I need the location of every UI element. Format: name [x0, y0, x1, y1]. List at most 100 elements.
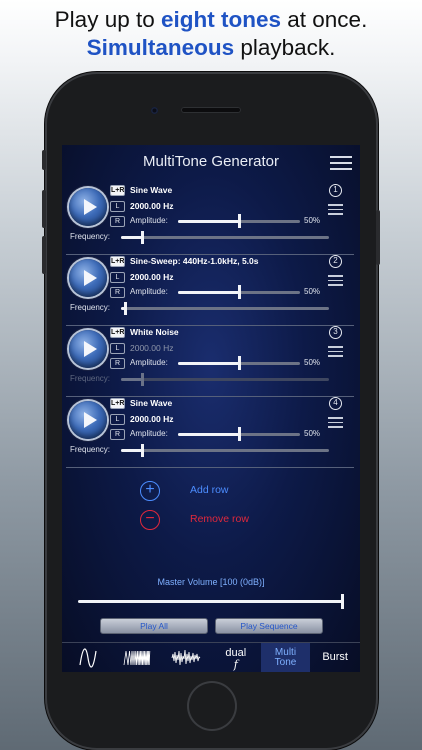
- amplitude-label: Amplitude:: [130, 429, 168, 438]
- promo-headline: Play up to eight tones at once. Simultan…: [0, 6, 422, 62]
- amplitude-label: Amplitude:: [130, 287, 168, 296]
- frequency-thumb[interactable]: [140, 444, 144, 457]
- channel-l-button[interactable]: L: [110, 201, 125, 212]
- tab-dual-f-glyph[interactable]: f: [211, 659, 261, 670]
- play-button[interactable]: [69, 188, 107, 226]
- front-camera: [151, 107, 158, 114]
- channel-r-button[interactable]: R: [110, 358, 125, 369]
- tone-row: L+R L R Sine Wave 2000.00 Hz Amplitude: …: [66, 397, 354, 468]
- tab-multitone[interactable]: Multi Tone: [260, 643, 311, 672]
- waveform-name[interactable]: White Noise: [130, 327, 179, 337]
- home-button[interactable]: [189, 683, 235, 729]
- tab-sine[interactable]: [62, 643, 112, 672]
- play-sequence-button[interactable]: Play Sequence: [215, 618, 323, 634]
- frequency-slider[interactable]: [121, 444, 329, 457]
- channel-r-button[interactable]: R: [110, 429, 125, 440]
- amplitude-slider[interactable]: [178, 285, 300, 299]
- channel-lr-button[interactable]: L+R: [110, 256, 125, 267]
- tab-burst[interactable]: Burst: [310, 643, 360, 672]
- channel-l-button[interactable]: L: [110, 414, 125, 425]
- frequency-value[interactable]: 2000.00 Hz: [130, 201, 173, 211]
- hamburger-menu-icon[interactable]: [330, 156, 352, 170]
- frequency-value[interactable]: 2000.00 Hz: [130, 272, 173, 282]
- add-row-button[interactable]: + Add row: [140, 481, 340, 501]
- play-button[interactable]: [69, 330, 107, 368]
- waveform-name[interactable]: Sine Wave: [130, 185, 172, 195]
- frequency-fill: [121, 378, 142, 381]
- volume-down-button: [42, 236, 46, 274]
- play-button[interactable]: [69, 401, 107, 439]
- tone-row: L+R L R Sine-Sweep: 440Hz-1.0kHz, 5.0s 2…: [66, 255, 354, 326]
- row-number-badge: 4: [329, 397, 342, 410]
- minus-circle-icon[interactable]: −: [140, 510, 160, 530]
- power-button: [376, 210, 380, 265]
- add-row-label[interactable]: Add row: [190, 484, 229, 496]
- reorder-handle-icon[interactable]: [328, 346, 343, 358]
- plus-circle-icon[interactable]: +: [140, 481, 160, 501]
- channel-r-button[interactable]: R: [110, 287, 125, 298]
- frequency-slider[interactable]: [121, 302, 329, 315]
- remove-row-label[interactable]: Remove row: [190, 513, 249, 525]
- play-all-button[interactable]: Play All: [100, 618, 208, 634]
- frequency-value[interactable]: 2000.00 Hz: [130, 343, 173, 353]
- frequency-thumb[interactable]: [140, 231, 144, 244]
- amplitude-percent: 50%: [304, 287, 321, 296]
- amplitude-thumb[interactable]: [238, 427, 241, 441]
- volume-up-button: [42, 190, 46, 228]
- frequency-label: Frequency:: [70, 232, 111, 241]
- tab-bar: dual f Multi Tone Burst: [62, 642, 360, 672]
- tone-row: L+R L R White Noise 2000.00 Hz Amplitude…: [66, 326, 354, 397]
- amplitude-percent: 50%: [304, 429, 321, 438]
- noise-wave-icon: [171, 649, 201, 666]
- frequency-slider: [121, 373, 329, 386]
- frequency-value[interactable]: 2000.00 Hz: [130, 414, 173, 424]
- tab-sweep[interactable]: [112, 643, 162, 672]
- master-volume-slider[interactable]: [78, 594, 344, 609]
- frequency-label: Frequency:: [70, 445, 111, 454]
- tab-multitone-label-1[interactable]: Multi: [261, 643, 311, 658]
- tab-burst-label[interactable]: Burst: [310, 643, 360, 672]
- amplitude-thumb[interactable]: [238, 285, 241, 299]
- master-volume-thumb[interactable]: [341, 594, 344, 609]
- remove-row-button[interactable]: − Remove row: [140, 510, 340, 530]
- waveform-name[interactable]: Sine Wave: [130, 398, 172, 408]
- amplitude-slider[interactable]: [178, 214, 300, 228]
- earpiece-speaker: [181, 107, 241, 113]
- channel-lr-button[interactable]: L+R: [110, 185, 125, 196]
- frequency-thumb[interactable]: [124, 302, 128, 315]
- amplitude-thumb[interactable]: [238, 356, 241, 370]
- tone-row: L+R L R Sine Wave 2000.00 Hz Amplitude: …: [66, 184, 354, 255]
- channel-l-button[interactable]: L: [110, 343, 125, 354]
- channel-lr-button[interactable]: L+R: [110, 327, 125, 338]
- channel-l-button[interactable]: L: [110, 272, 125, 283]
- frequency-label: Frequency:: [70, 374, 111, 383]
- play-button[interactable]: [69, 259, 107, 297]
- app-title: MultiTone Generator: [143, 153, 279, 170]
- amplitude-thumb[interactable]: [238, 214, 241, 228]
- tab-noise[interactable]: [161, 643, 211, 672]
- waveform-name[interactable]: Sine-Sweep: 440Hz-1.0kHz, 5.0s: [130, 256, 259, 266]
- tab-dual-label[interactable]: dual: [211, 643, 261, 659]
- channel-r-button[interactable]: R: [110, 216, 125, 227]
- reorder-handle-icon[interactable]: [328, 417, 343, 429]
- tab-multitone-label-2[interactable]: Tone: [261, 657, 311, 668]
- frequency-fill: [121, 236, 142, 239]
- channel-lr-button[interactable]: L+R: [110, 398, 125, 409]
- amplitude-fill: [178, 291, 239, 294]
- frequency-slider[interactable]: [121, 231, 329, 244]
- reorder-handle-icon[interactable]: [328, 204, 343, 216]
- reorder-handle-icon[interactable]: [328, 275, 343, 287]
- amplitude-slider[interactable]: [178, 427, 300, 441]
- amplitude-slider[interactable]: [178, 356, 300, 370]
- frequency-fill: [121, 449, 142, 452]
- headline-line-2: Simultaneous playback.: [86, 35, 336, 60]
- amplitude-fill: [178, 362, 239, 365]
- frequency-label: Frequency:: [70, 303, 111, 312]
- frequency-thumb: [140, 373, 144, 386]
- amplitude-fill: [178, 433, 239, 436]
- tab-dual-f[interactable]: dual f: [211, 643, 261, 672]
- amplitude-percent: 50%: [304, 358, 321, 367]
- sine-wave-icon: [79, 648, 97, 668]
- title-bar: MultiTone Generator: [62, 145, 360, 179]
- master-volume-label: Master Volume [100 (0dB)]: [157, 577, 265, 587]
